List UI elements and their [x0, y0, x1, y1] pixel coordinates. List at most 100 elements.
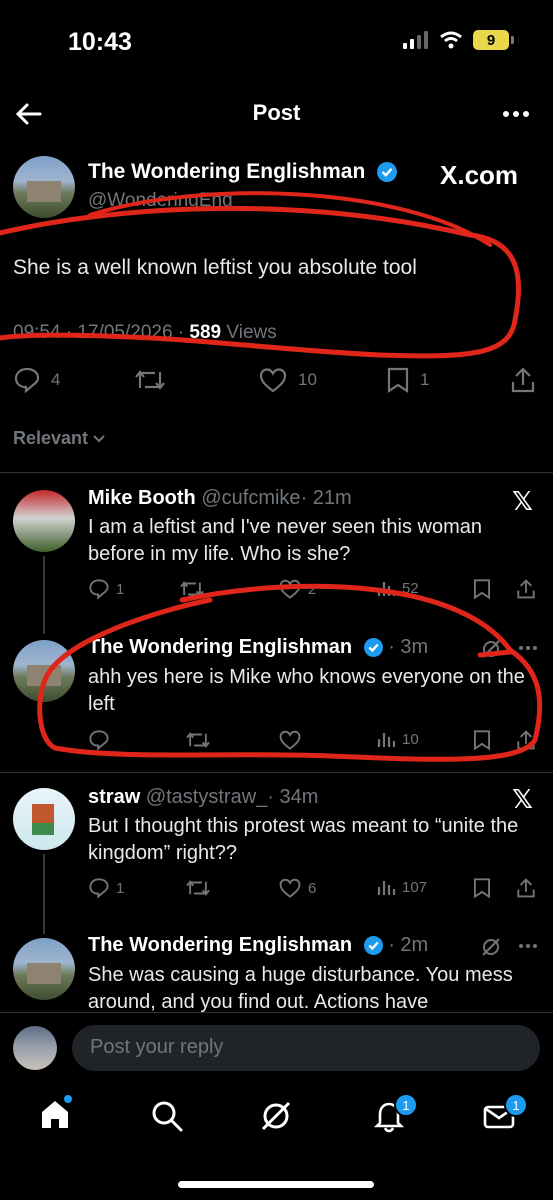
grok-icon[interactable] [259, 1099, 293, 1133]
repost-icon[interactable] [184, 877, 212, 899]
views-action[interactable]: 52 [376, 578, 419, 598]
more-options-icon[interactable] [518, 943, 538, 949]
reply-author[interactable]: straw [88, 786, 140, 808]
search-icon[interactable] [150, 1099, 184, 1133]
heart-icon[interactable] [278, 729, 302, 751]
post-text: She is a well known leftist you absolute… [13, 256, 417, 279]
verified-badge-icon [363, 936, 383, 956]
reply-time: · 34m [267, 786, 319, 808]
tab-notifications[interactable]: 1 [372, 1093, 418, 1133]
views-count: 10 [402, 730, 419, 748]
reply-author[interactable]: The Wondering Englishman [88, 636, 352, 658]
views-count: 589 [189, 322, 222, 343]
grok-icon[interactable] [480, 936, 502, 958]
reply-icon [89, 579, 109, 600]
like-action[interactable]: 10 [258, 366, 317, 394]
like-count: 10 [298, 370, 317, 389]
reply-text: ahh yes here is Mike who knows everyone … [88, 666, 525, 715]
bookmark-count: 1 [420, 370, 430, 389]
author-avatar[interactable] [13, 156, 75, 218]
tab-messages[interactable]: 1 [482, 1093, 528, 1133]
reply-time: · 3m [388, 636, 429, 658]
post-author-line: The Wondering Englishman [88, 160, 398, 184]
chevron-down-icon [93, 434, 105, 442]
reply-text: But I thought this protest was meant to … [88, 815, 519, 864]
views-action[interactable]: 107 [376, 877, 427, 897]
divider [0, 772, 553, 773]
views-chart-icon [377, 881, 396, 895]
home-dot [64, 1095, 72, 1103]
my-avatar[interactable] [13, 1026, 57, 1070]
reply-count: 1 [116, 879, 125, 897]
views-count: 107 [402, 878, 428, 896]
repost-icon[interactable] [178, 578, 206, 600]
messages-badge: 1 [504, 1093, 528, 1117]
heart-icon [259, 368, 287, 393]
status-icons: 9 [403, 30, 514, 50]
like-count: 2 [308, 580, 317, 598]
views-chart-icon [377, 582, 396, 596]
reply-count: 1 [116, 580, 125, 598]
post-timestamp: 09:54 · 17/05/2026 · [13, 322, 190, 343]
notifications-badge: 1 [394, 1093, 418, 1117]
divider [0, 472, 553, 473]
wifi-icon [440, 31, 462, 49]
page-title: Post [252, 100, 301, 125]
thread-line [43, 854, 45, 934]
x-watermark: X.com [440, 160, 519, 190]
status-time: 10:43 [68, 28, 132, 56]
bookmark-icon[interactable] [472, 578, 492, 600]
bookmark-icon[interactable] [472, 729, 492, 751]
reply-header: The Wondering Englishman · 2m [88, 934, 428, 957]
grok-icon[interactable] [480, 638, 502, 660]
reply-handle[interactable]: @cufcmike [201, 487, 300, 509]
repost-icon[interactable] [184, 729, 212, 751]
relevant-filter[interactable]: Relevant [13, 428, 106, 449]
battery-icon: 9 [473, 30, 514, 50]
reply-input-placeholder: Post your reply [90, 1036, 224, 1058]
share-icon[interactable] [516, 877, 536, 899]
share-icon[interactable] [510, 366, 536, 394]
author-name[interactable]: The Wondering Englishman [88, 160, 365, 183]
home-indicator [178, 1181, 374, 1188]
reply-header: straw @tastystraw_· 34m [88, 786, 318, 809]
x-logo-icon: 𝕏 [512, 784, 533, 814]
reply-count: 4 [51, 370, 61, 389]
relevant-filter-label: Relevant [13, 428, 89, 448]
more-options-icon[interactable] [503, 110, 529, 118]
more-options-icon[interactable] [518, 645, 538, 651]
x-logo-icon: 𝕏 [512, 486, 533, 516]
views-chart-icon [377, 733, 396, 747]
like-action[interactable]: 6 [278, 877, 316, 899]
reply-icon[interactable] [88, 729, 110, 751]
reply-avatar[interactable] [13, 788, 75, 850]
reply-icon [14, 367, 40, 394]
views-action[interactable]: 10 [376, 729, 419, 749]
reply-author[interactable]: The Wondering Englishman [88, 934, 352, 956]
post-meta: 09:54 · 17/05/2026 · 589 Views [13, 322, 277, 344]
reply-handle[interactable]: @tastystraw_ [146, 786, 267, 808]
reply-text: I am a leftist and I've never seen this … [88, 516, 483, 565]
reply-avatar[interactable] [13, 490, 75, 552]
reply-avatar[interactable] [13, 938, 75, 1000]
repost-icon[interactable] [133, 366, 167, 394]
reply-action[interactable]: 1 [88, 578, 124, 600]
author-handle[interactable]: @WonderingEng [88, 190, 233, 212]
views-count: 52 [402, 579, 419, 597]
share-icon[interactable] [516, 729, 536, 751]
like-count: 6 [308, 879, 317, 897]
reply-header: The Wondering Englishman · 3m [88, 636, 428, 659]
like-action[interactable]: 2 [278, 578, 316, 600]
reply-avatar[interactable] [13, 640, 75, 702]
share-icon[interactable] [516, 578, 536, 600]
tab-home[interactable] [38, 1095, 74, 1133]
reply-time: · 21m [300, 487, 352, 509]
heart-icon [279, 579, 301, 599]
bookmark-icon[interactable] [472, 877, 492, 899]
reply-action[interactable]: 4 [13, 366, 60, 394]
thread-line [43, 556, 45, 634]
verified-badge-icon [377, 162, 398, 183]
reply-author[interactable]: Mike Booth [88, 487, 196, 509]
reply-action[interactable]: 1 [88, 877, 124, 899]
bookmark-action[interactable]: 1 [386, 366, 429, 394]
